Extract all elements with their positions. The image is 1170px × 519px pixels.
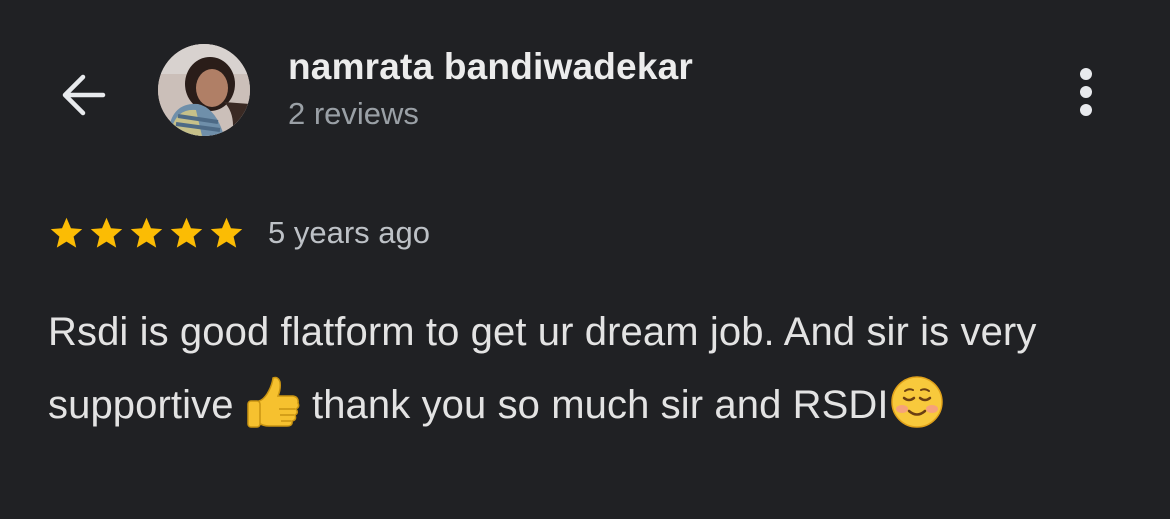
star-icon [50,217,83,248]
avatar[interactable] [158,44,250,136]
review-text-part2: thank you so much sir and RSDI [312,383,889,427]
review-date: 5 years ago [268,215,430,250]
avatar-image [158,44,250,136]
star-icon [90,217,123,248]
star-icon [170,217,203,248]
star-icon [210,217,243,248]
review-text: Rsdi is good flatform to get ur dream jo… [48,296,1128,442]
thumbs-up-emoji [247,376,300,428]
rating-row: 5 years ago [48,212,430,254]
review-count: 2 reviews [288,96,419,131]
arrow-left-icon [62,74,106,116]
star-rating [48,215,248,252]
back-button[interactable] [50,62,116,128]
more-options-button[interactable] [1062,62,1110,122]
star-icon [130,217,163,248]
reviewer-name[interactable]: namrata bandiwadekar [288,46,693,88]
smiling-face-emoji [890,376,943,428]
more-vertical-icon [1080,68,1092,116]
